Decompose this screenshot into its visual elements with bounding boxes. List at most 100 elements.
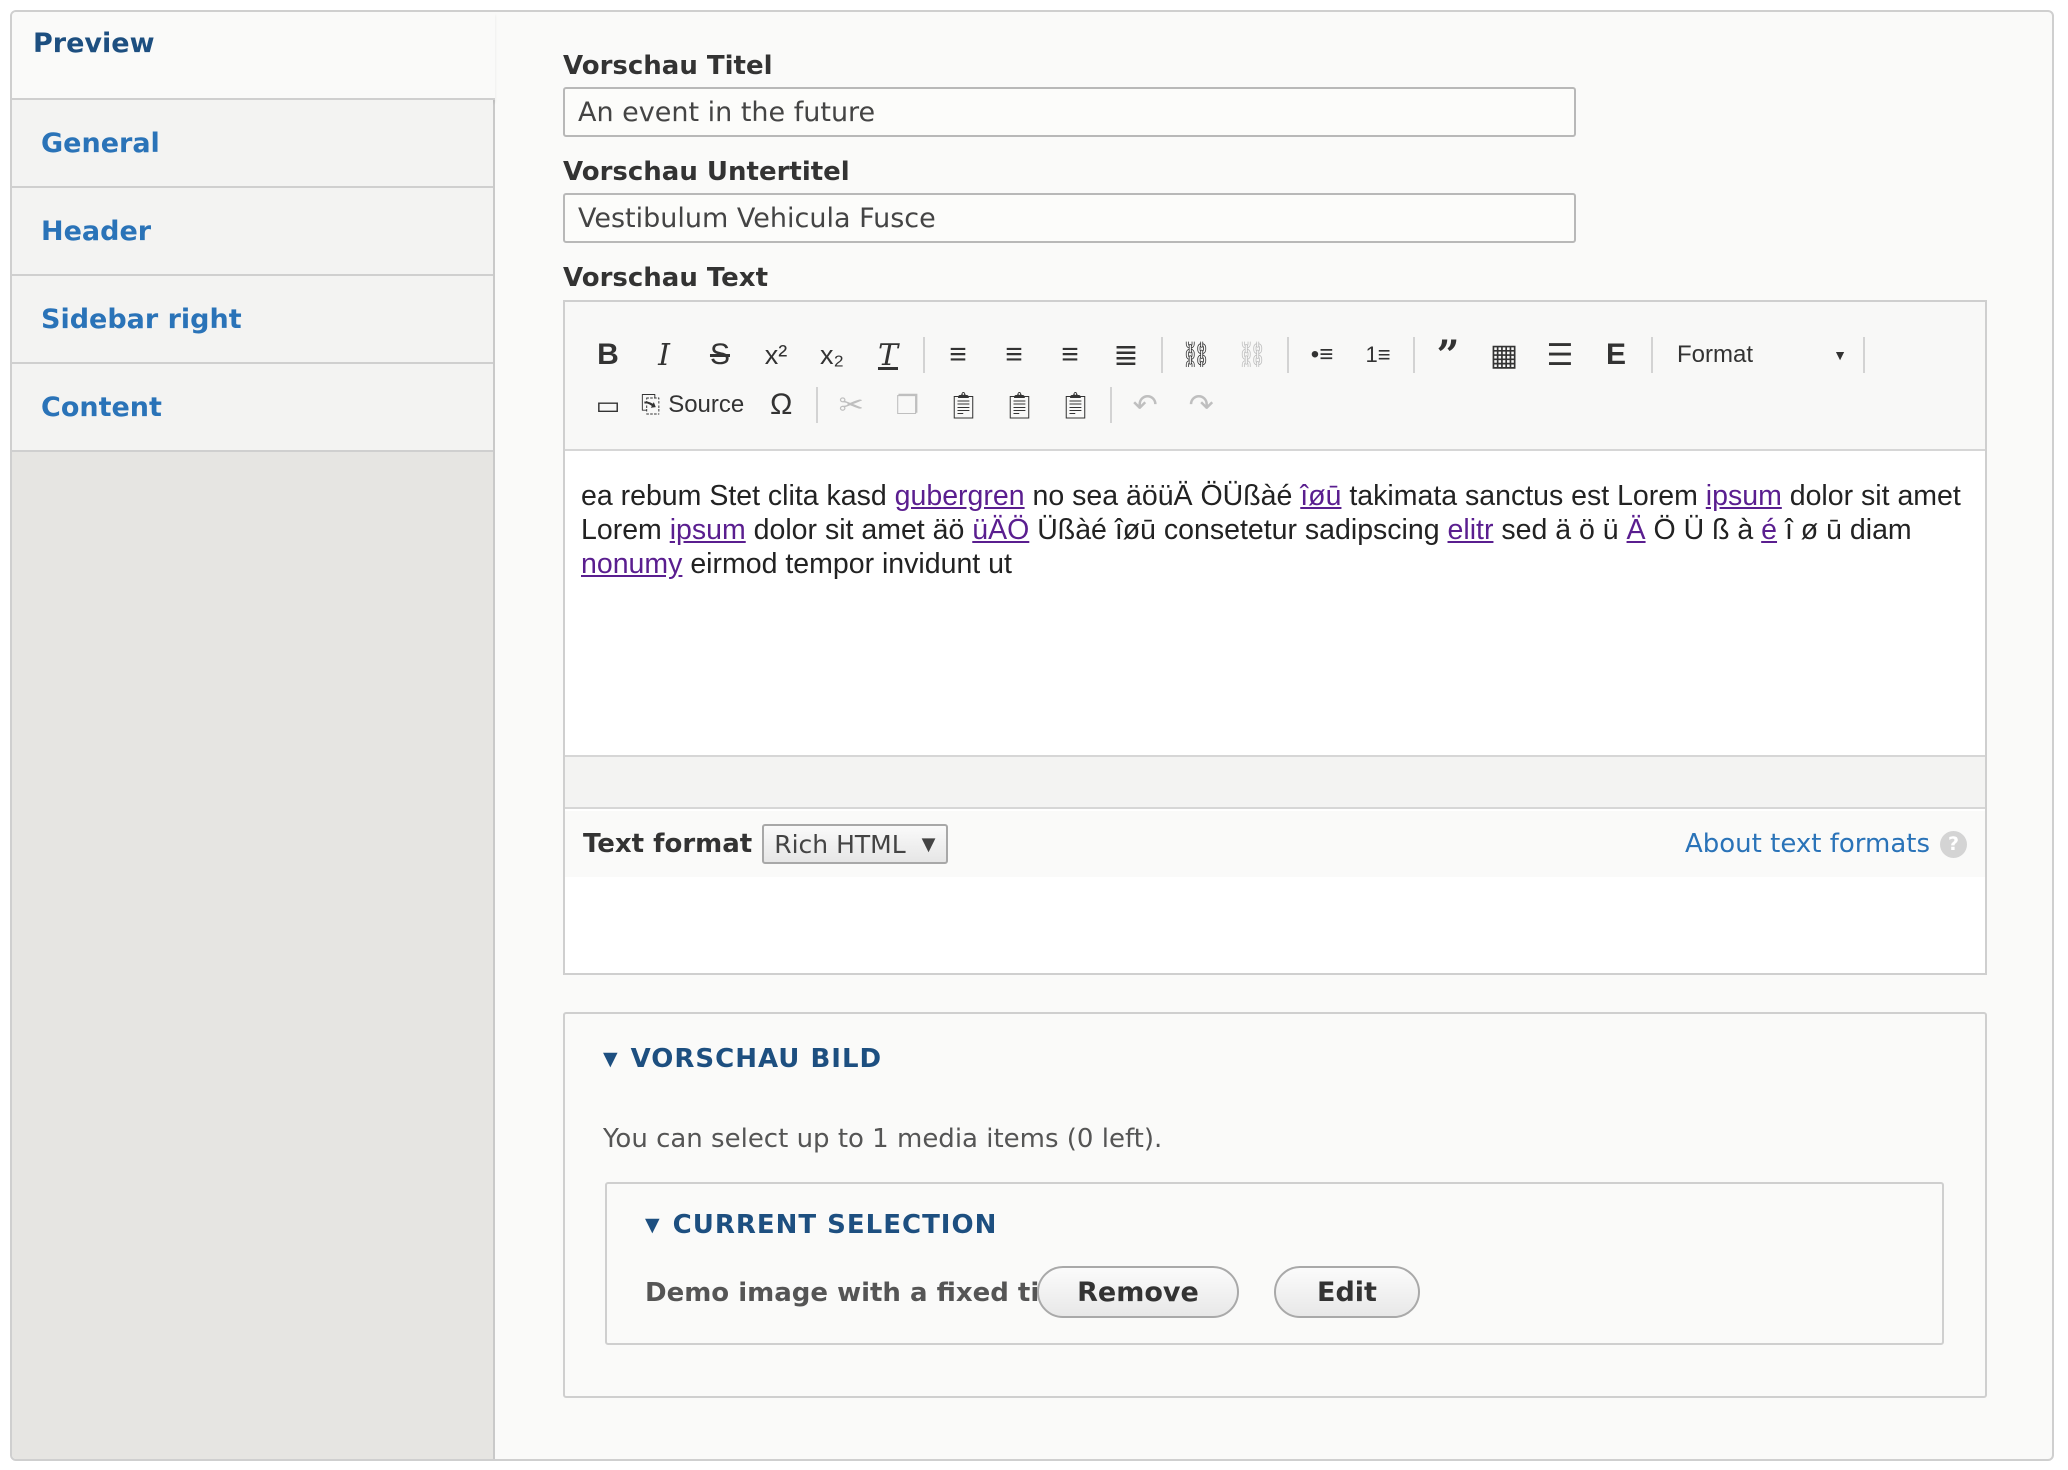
text-format-label: Text format (583, 829, 753, 859)
align-right-icon[interactable]: ≡ (935, 332, 981, 378)
text-format-select[interactable]: Rich HTML ▼ (762, 824, 948, 864)
horizontal-line-icon[interactable]: ☰ (1537, 332, 1583, 378)
toolbar-separator (1413, 337, 1415, 373)
tab-content[interactable]: Content (12, 364, 493, 452)
toolbar-separator (1651, 337, 1653, 373)
editor-text: Ö Ü ß à (1645, 514, 1762, 546)
collapse-triangle-icon: ▼ (603, 1048, 619, 1070)
redo-icon[interactable]: ↷ (1178, 382, 1224, 428)
paste-text-icon[interactable]: 📋︎ (996, 382, 1042, 428)
numbered-list-icon[interactable]: 1≡ (1355, 332, 1401, 378)
undo-icon[interactable]: ↶ (1122, 382, 1168, 428)
tab-label: Header (41, 215, 152, 247)
source-icon: ⎘ (641, 391, 661, 418)
edit-button[interactable]: Edit (1274, 1266, 1420, 1318)
format-label: Format (1677, 341, 1754, 368)
help-icon: ? (1940, 830, 1967, 858)
editor-link[interactable]: nonumy (581, 548, 682, 580)
tab-general[interactable]: General (12, 100, 493, 188)
subtitle-input[interactable]: Vestibulum Vehicula Fusce (563, 193, 1576, 243)
vertical-tabs: Preview General Header Sidebar right Con… (12, 12, 495, 1459)
tab-header[interactable]: Header (12, 188, 493, 276)
media-fieldset: ▼ VORSCHAU BILD You can select up to 1 m… (563, 1012, 1987, 1398)
editor-text: takimata sanctus est Lorem (1341, 480, 1706, 512)
media-item-title: Demo image with a fixed title (645, 1278, 1079, 1308)
about-text-formats-link[interactable]: About text formats ? (1685, 829, 1967, 859)
paste-icon[interactable]: 📋︎ (940, 382, 986, 428)
bulleted-list-icon[interactable]: •≡ (1299, 332, 1345, 378)
blockquote-icon[interactable]: ” (1425, 332, 1471, 379)
cut-icon[interactable]: ✂ (828, 382, 874, 428)
paste-word-icon[interactable]: 📋︎ (1052, 382, 1098, 428)
form-frame: Preview General Header Sidebar right Con… (10, 10, 2054, 1461)
current-selection-label: CURRENT SELECTION (672, 1210, 998, 1240)
subtitle-label: Vorschau Untertitel (563, 157, 850, 187)
text-format-value: Rich HTML (774, 829, 906, 859)
text-label: Vorschau Text (563, 263, 769, 293)
editor-text: dolor sit amet äö (745, 514, 973, 546)
media-description: You can select up to 1 media items (0 le… (603, 1124, 1163, 1154)
editor-link[interactable]: elitr (1448, 514, 1494, 546)
tab-label: General (41, 127, 160, 159)
editor-status-bar (565, 755, 1985, 809)
source-label: Source (668, 391, 745, 418)
tab-label: Preview (33, 28, 155, 59)
editor-text: î ø ū diam (1777, 514, 1912, 546)
strikethrough-icon[interactable]: S (697, 332, 743, 378)
title-input[interactable]: An event in the future (563, 87, 1576, 137)
bold-icon[interactable]: B (585, 332, 631, 378)
tab-sidebar-right[interactable]: Sidebar right (12, 276, 493, 364)
editor-link[interactable]: gubergren (895, 480, 1025, 512)
editor-link[interactable]: üÄÖ (972, 514, 1029, 546)
title-label: Vorschau Titel (563, 51, 773, 81)
table-icon[interactable]: ▦ (1481, 332, 1527, 378)
show-blocks-icon[interactable]: ▭ (585, 382, 631, 428)
about-link-label: About text formats (1684, 829, 1930, 859)
format-dropdown[interactable]: Format ▼ (1663, 332, 1853, 378)
current-selection-legend[interactable]: ▼ CURRENT SELECTION (645, 1210, 997, 1240)
editor-text: no sea äöüÄ ÖÜßàé (1024, 480, 1301, 512)
toolbar-separator (1110, 387, 1113, 423)
unlink-icon[interactable]: ⛓ (1229, 332, 1275, 378)
editor-text: eirmod tempor invidunt ut (682, 548, 1012, 580)
toolbar-separator (923, 337, 925, 373)
rich-text-editor: B I S x² x₂ T ≡ ≡ ≡ ≣ ⛓ ⛓ •≡ 1≡ ” ▦ ☰ E … (563, 300, 1987, 975)
remove-button[interactable]: Remove (1037, 1266, 1239, 1318)
toolbar-separator (1287, 337, 1289, 373)
editor-link[interactable]: Ä (1627, 514, 1646, 546)
editor-text: Üßàé îøū consetetur sadipscing (1029, 514, 1448, 546)
tab-label: Sidebar right (41, 303, 242, 335)
editor-text: ea rebum Stet clita kasd (581, 480, 895, 512)
editor-link[interactable]: ipsum (670, 514, 746, 546)
tab-preview[interactable]: Preview (12, 12, 495, 100)
media-legend[interactable]: ▼ VORSCHAU BILD (603, 1044, 882, 1074)
link-icon[interactable]: ⛓ (1173, 332, 1219, 378)
editor-content[interactable]: ea rebum Stet clita kasd gubergren no se… (565, 451, 1985, 755)
media-legend-label: VORSCHAU BILD (630, 1044, 883, 1074)
toolbar-separator (1863, 337, 1865, 373)
editor-toolbar: B I S x² x₂ T ≡ ≡ ≡ ≣ ⛓ ⛓ •≡ 1≡ ” ▦ ☰ E … (565, 302, 1985, 451)
copy-icon[interactable]: ❐ (884, 382, 930, 428)
align-left-icon[interactable]: ≡ (991, 332, 1037, 378)
italic-icon[interactable]: I (641, 332, 687, 378)
remove-format-icon[interactable]: T (865, 332, 911, 378)
editor-text: sed ä ö ü (1493, 514, 1627, 546)
tab-label: Content (41, 391, 162, 423)
align-justify-icon[interactable]: ≣ (1103, 332, 1149, 378)
toolbar-separator (816, 387, 819, 423)
special-character-icon[interactable]: Ω (758, 382, 804, 428)
editor-link[interactable]: îøū (1300, 480, 1341, 512)
caret-down-icon: ▼ (1833, 347, 1847, 363)
source-button[interactable]: ⎘ Source (641, 382, 744, 428)
text-format-row: Text format Rich HTML ▼ About text forma… (565, 811, 1985, 877)
superscript-icon[interactable]: x² (753, 332, 799, 378)
embed-icon[interactable]: E (1593, 332, 1639, 378)
editor-link[interactable]: é (1761, 514, 1777, 546)
toolbar-separator (1161, 337, 1163, 373)
editor-link[interactable]: ipsum (1706, 480, 1782, 512)
current-selection-fieldset: ▼ CURRENT SELECTION Demo image with a fi… (605, 1182, 1944, 1345)
subscript-icon[interactable]: x₂ (809, 332, 855, 378)
align-center-icon[interactable]: ≡ (1047, 332, 1093, 378)
collapse-triangle-icon: ▼ (645, 1214, 661, 1236)
caret-down-icon: ▼ (921, 833, 936, 855)
